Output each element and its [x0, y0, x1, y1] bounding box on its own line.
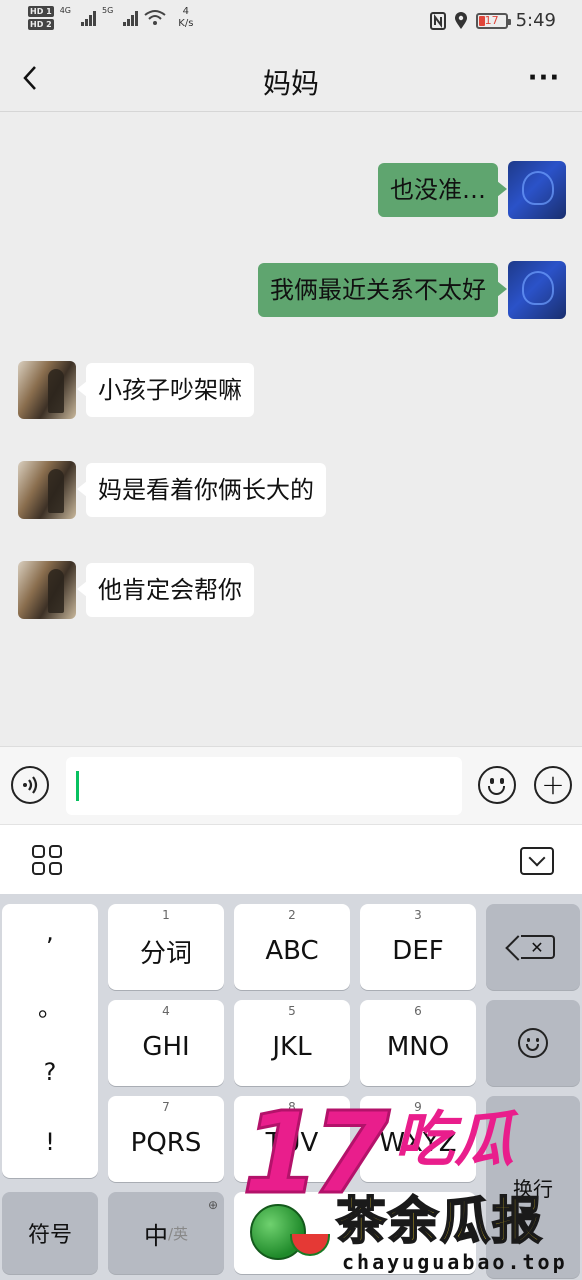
hd1-badge: HD 1	[28, 6, 54, 17]
clock: 5:49	[515, 10, 556, 31]
location-icon	[454, 11, 467, 29]
message-row: 他肯定会帮你	[18, 561, 254, 619]
voice-input-button[interactable]	[11, 766, 49, 804]
signal1-icon	[80, 10, 96, 26]
message-bubble-sent[interactable]: 我俩最近关系不太好	[258, 263, 507, 317]
symbols-key[interactable]: 符号	[2, 1192, 98, 1274]
key-label: 分词	[139, 938, 192, 969]
contact-avatar[interactable]	[18, 461, 76, 519]
message-input[interactable]	[66, 757, 462, 815]
key-label: WXYZ	[379, 1128, 457, 1158]
key-label: JKL	[272, 1032, 312, 1062]
my-avatar[interactable]	[508, 261, 566, 319]
key-number: 5	[288, 1004, 296, 1018]
chat-header: 妈妈 ···	[0, 44, 582, 112]
network2-label: 5G	[101, 6, 114, 15]
message-row: 妈是看着你俩长大的	[18, 461, 326, 519]
key-label: GHI	[142, 1032, 190, 1062]
emoji-key[interactable]	[486, 1000, 580, 1086]
punctuation-column[interactable]: , 。 ? !	[2, 904, 98, 1178]
key-number: 4	[162, 1004, 170, 1018]
language-switch-key[interactable]: ⊕ 中 /英	[108, 1192, 224, 1274]
punct-exclaim[interactable]: !	[2, 1128, 98, 1156]
space-key[interactable]	[234, 1192, 476, 1274]
key-number: 9	[414, 1100, 422, 1114]
lang-main-label: 中	[143, 1221, 168, 1250]
key-number: 7	[162, 1100, 170, 1114]
punct-period[interactable]: 。	[2, 988, 98, 1023]
key-1[interactable]: 1 分词	[108, 904, 224, 990]
keyboard-toolbar	[0, 824, 582, 894]
hd2-badge: HD 2	[28, 19, 54, 30]
backspace-icon: ✕	[521, 935, 555, 959]
key-number: 2	[288, 908, 296, 922]
key-label: ABC	[265, 936, 319, 966]
keyboard-collapse-button[interactable]	[520, 847, 554, 875]
grid-menu-icon[interactable]	[32, 845, 62, 875]
message-bubble-received[interactable]: 他肯定会帮你	[77, 563, 254, 617]
input-bar: +	[0, 746, 582, 824]
status-left: HD 1 HD 2 4G 5G 4 K/s	[28, 6, 193, 30]
message-row: 小孩子吵架嘛	[18, 361, 254, 419]
symbols-label: 符号	[27, 1223, 72, 1248]
status-right: 17 5:49	[429, 10, 556, 31]
key-4[interactable]: 4 GHI	[108, 1000, 224, 1086]
key-label: PQRS	[130, 1128, 202, 1158]
globe-icon: ⊕	[207, 1198, 218, 1212]
contact-avatar[interactable]	[18, 361, 76, 419]
message-row: 也没准…	[378, 161, 566, 219]
emoji-button[interactable]	[478, 766, 516, 804]
key-label: MNO	[386, 1032, 450, 1062]
message-bubble-received[interactable]: 小孩子吵架嘛	[77, 363, 254, 417]
enter-label: 换行	[513, 1176, 553, 1201]
message-bubble-sent[interactable]: 也没准…	[378, 163, 507, 217]
key-label: DEF	[392, 936, 444, 966]
key-number: 8	[288, 1100, 296, 1114]
voice-wave-icon	[23, 776, 38, 794]
battery-icon: 17	[475, 12, 511, 29]
message-list[interactable]: 也没准… 我俩最近关系不太好 小孩子吵架嘛 妈是看着你俩长大的 他肯定会帮你	[0, 113, 582, 746]
more-functions-button[interactable]: +	[534, 766, 572, 804]
key-7[interactable]: 7 PQRS	[108, 1096, 224, 1182]
network1-label: 4G	[59, 6, 71, 15]
more-button[interactable]: ···	[524, 60, 564, 96]
t9-keyboard: , 。 ? ! 1 分词 2 ABC 3 DEF ✕ 4 GHI 5 JKL 6…	[0, 894, 582, 1280]
key-8[interactable]: 8 TUV	[234, 1096, 350, 1182]
punct-question[interactable]: ?	[2, 1058, 98, 1086]
key-2[interactable]: 2 ABC	[234, 904, 350, 990]
signal2-icon	[123, 10, 139, 26]
status-bar: HD 1 HD 2 4G 5G 4 K/s 17 5:49	[0, 0, 582, 44]
chevron-down-icon	[528, 849, 546, 867]
key-5[interactable]: 5 JKL	[234, 1000, 350, 1086]
net-speed-unit: K/s	[178, 18, 194, 29]
key-6[interactable]: 6 MNO	[360, 1000, 476, 1086]
my-avatar[interactable]	[508, 161, 566, 219]
backspace-key[interactable]: ✕	[486, 904, 580, 990]
message-bubble-received[interactable]: 妈是看着你俩长大的	[77, 463, 326, 517]
hd-indicators: HD 1 HD 2	[28, 6, 54, 30]
punct-comma[interactable]: ,	[2, 918, 98, 946]
net-speed-value: 4	[182, 6, 190, 17]
text-caret	[76, 771, 79, 801]
key-number: 3	[414, 908, 422, 922]
key-9[interactable]: 9 WXYZ	[360, 1096, 476, 1182]
chat-title: 妈妈	[262, 67, 319, 100]
key-label: TUV	[265, 1128, 319, 1158]
net-speed: 4 K/s	[178, 6, 193, 30]
smile-icon	[518, 1028, 548, 1058]
key-number: 1	[162, 908, 170, 922]
message-row: 我俩最近关系不太好	[258, 261, 566, 319]
contact-avatar[interactable]	[18, 561, 76, 619]
key-3[interactable]: 3 DEF	[360, 904, 476, 990]
nfc-icon	[429, 11, 446, 30]
lang-sub-label: /英	[167, 1224, 189, 1243]
key-number: 6	[414, 1004, 422, 1018]
battery-level: 17	[484, 14, 499, 27]
wifi-icon	[144, 10, 166, 25]
enter-key[interactable]: 换行	[486, 1096, 580, 1278]
